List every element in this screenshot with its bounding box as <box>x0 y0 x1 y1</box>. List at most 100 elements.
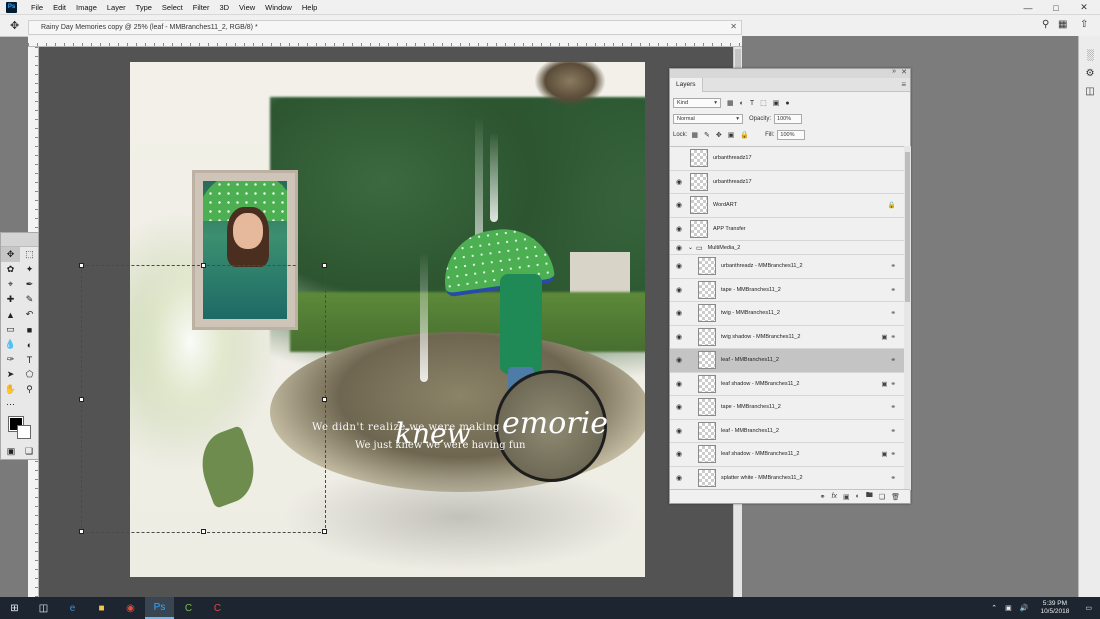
fill-field[interactable]: 100% <box>777 130 806 140</box>
visibility-eye-icon[interactable]: ◉ <box>670 244 688 252</box>
layer-thumbnail[interactable] <box>690 219 708 238</box>
visibility-eye-icon[interactable]: ◉ <box>670 450 688 458</box>
task-view-icon[interactable]: ◫ <box>29 597 58 619</box>
layer-group-row[interactable]: ◉ ⌄ ▭ MultiMedia_2 <box>670 241 904 255</box>
move-tool-icon[interactable]: ✥ <box>10 19 19 32</box>
visibility-eye-icon[interactable]: ◉ <box>670 474 688 482</box>
screen-mode-icon[interactable]: ❏ <box>21 445 37 457</box>
layer-thumbnail[interactable] <box>690 149 708 168</box>
transform-handle[interactable] <box>201 263 206 268</box>
visibility-eye-icon[interactable]: ◉ <box>670 403 688 411</box>
color-swatches[interactable] <box>9 417 33 441</box>
layer-effects-icon[interactable]: ▣ <box>881 333 887 341</box>
layer-thumbnail[interactable] <box>698 421 716 440</box>
group-expand-icon[interactable]: ⌄ <box>688 244 693 251</box>
menu-item[interactable]: Select <box>157 3 188 12</box>
layer-name[interactable]: leaf - MMBranches11_2 <box>721 428 779 434</box>
notifications-icon[interactable]: ▭ <box>1085 604 1092 612</box>
close-tab-icon[interactable]: ✕ <box>730 22 737 31</box>
layer-name[interactable]: MultiMedia_2 <box>708 245 741 251</box>
volume-icon[interactable]: 🔊 <box>1020 604 1029 612</box>
layer-thumbnail[interactable] <box>698 398 716 417</box>
layer-row[interactable]: ◉ urbanthreadz - MMBranches11_2 ⚭ <box>670 255 904 279</box>
layer-thumbnail[interactable] <box>698 445 716 464</box>
marquee-tool-icon[interactable]: ⬚ <box>20 247 39 262</box>
chrome-icon[interactable]: ◉ <box>116 597 145 619</box>
layer-name[interactable]: urbanthreadz17 <box>713 179 752 185</box>
visibility-eye-icon[interactable]: ◉ <box>670 286 688 294</box>
new-group-icon[interactable]: 🖿 <box>866 491 873 502</box>
eraser-tool-icon[interactable]: ▭ <box>1 322 20 337</box>
layer-name[interactable]: WordART <box>713 202 737 208</box>
layer-row[interactable]: urbanthreadz17 <box>670 147 904 171</box>
lock-all-icon[interactable]: 🔒 <box>740 131 749 139</box>
layer-thumbnail[interactable] <box>698 327 716 346</box>
visibility-eye-icon[interactable]: ◉ <box>670 427 688 435</box>
new-layer-icon[interactable]: ❏ <box>879 493 885 501</box>
layer-effects-icon[interactable]: ▣ <box>881 380 887 388</box>
menu-item[interactable]: View <box>234 3 260 12</box>
clone-stamp-icon[interactable]: ▲ <box>1 307 20 322</box>
horizontal-ruler[interactable] <box>28 36 742 47</box>
blur-tool-icon[interactable]: 💧 <box>1 337 20 352</box>
filter-smart-object-icon[interactable]: ▣ <box>773 99 780 107</box>
transform-handle[interactable] <box>322 397 327 402</box>
document-tab[interactable]: Rainy Day Memories copy @ 25% (leaf - MM… <box>28 20 742 35</box>
zoom-tool-icon[interactable]: ⚲ <box>20 382 39 397</box>
link-layers-icon[interactable]: ⚭ <box>820 493 826 501</box>
layer-thumbnail[interactable] <box>690 196 708 215</box>
brush-settings-icon[interactable]: ░ <box>1079 46 1100 64</box>
workspace-icon[interactable]: ▦ <box>1058 19 1067 30</box>
history-brush-icon[interactable]: ↶ <box>20 307 39 322</box>
hand-tool-icon[interactable]: ✋ <box>1 382 20 397</box>
layer-name[interactable]: twig - MMBranches11_2 <box>721 310 780 316</box>
network-icon[interactable]: ▣ <box>1005 604 1012 612</box>
search-icon[interactable]: ⚲ <box>1042 19 1049 30</box>
layer-row[interactable]: ◉ leaf shadow - MMBranches11_2 ▣ ⚭ <box>670 443 904 467</box>
visibility-eye-icon[interactable]: ◉ <box>670 201 688 209</box>
menu-item[interactable]: Image <box>71 3 102 12</box>
visibility-eye-icon[interactable]: ◉ <box>670 333 688 341</box>
blend-mode-select[interactable]: Normal ▾ <box>673 114 743 124</box>
layer-effects-icon[interactable]: ▣ <box>881 450 887 458</box>
layer-name[interactable]: leaf shadow - MMBranches11_2 <box>721 381 799 387</box>
edge-browser-icon[interactable]: e <box>58 597 87 619</box>
filter-adjustment-icon[interactable]: ◐ <box>740 100 744 107</box>
tools-panel-grip[interactable] <box>1 233 38 247</box>
more-tools-icon[interactable]: ⋯ <box>1 397 20 412</box>
layer-filter-select[interactable]: Kind ▾ <box>673 98 721 108</box>
clock[interactable]: 5:39 PM 10/5/2018 <box>1040 600 1069 616</box>
gradient-tool-icon[interactable]: ■ <box>20 322 39 337</box>
move-tool-icon[interactable]: ✥ <box>1 247 20 262</box>
layer-row[interactable]: ◉ tape - MMBranches11_2 ⚭ <box>670 278 904 302</box>
file-explorer-icon[interactable]: ■ <box>87 597 116 619</box>
magic-wand-icon[interactable]: ✦ <box>20 262 39 277</box>
share-icon[interactable]: ⇧ <box>1080 19 1088 30</box>
layer-thumbnail[interactable] <box>698 257 716 276</box>
layer-row[interactable]: ◉ twig - MMBranches11_2 ⚭ <box>670 302 904 326</box>
layers-panel-icon[interactable]: ◫ <box>1079 82 1100 100</box>
photoshop-logo-icon[interactable]: Ps <box>6 1 17 13</box>
close-panel-icon[interactable]: ✕ <box>901 68 907 76</box>
menu-item[interactable]: Help <box>297 3 322 12</box>
layer-name[interactable]: leaf - MMBranches11_2 <box>721 357 779 363</box>
transform-handle[interactable] <box>322 263 327 268</box>
minimize-icon[interactable]: — <box>1014 0 1042 15</box>
quick-mask-icon[interactable]: ▣ <box>3 445 19 457</box>
layer-name[interactable]: tape - MMBranches11_2 <box>721 287 781 293</box>
layer-name[interactable]: urbanthreadz - MMBranches11_2 <box>721 263 803 269</box>
brush-tool-icon[interactable]: ✎ <box>20 292 39 307</box>
menu-item[interactable]: Filter <box>188 3 215 12</box>
lock-position-icon[interactable]: ✥ <box>716 131 722 139</box>
visibility-eye-icon[interactable]: ◉ <box>670 356 688 364</box>
tab-layers[interactable]: Layers <box>670 78 703 92</box>
transform-handle[interactable] <box>79 263 84 268</box>
lock-artboard-icon[interactable]: ▣ <box>728 131 735 139</box>
visibility-eye-icon[interactable]: ◉ <box>670 380 688 388</box>
green-app-icon[interactable]: C <box>174 597 203 619</box>
maximize-icon[interactable]: □ <box>1042 0 1070 15</box>
background-color-swatch[interactable] <box>17 425 31 439</box>
transform-handle[interactable] <box>201 529 206 534</box>
add-mask-icon[interactable]: ▣ <box>843 493 850 501</box>
layer-name[interactable]: twig shadow - MMBranches11_2 <box>721 334 800 340</box>
